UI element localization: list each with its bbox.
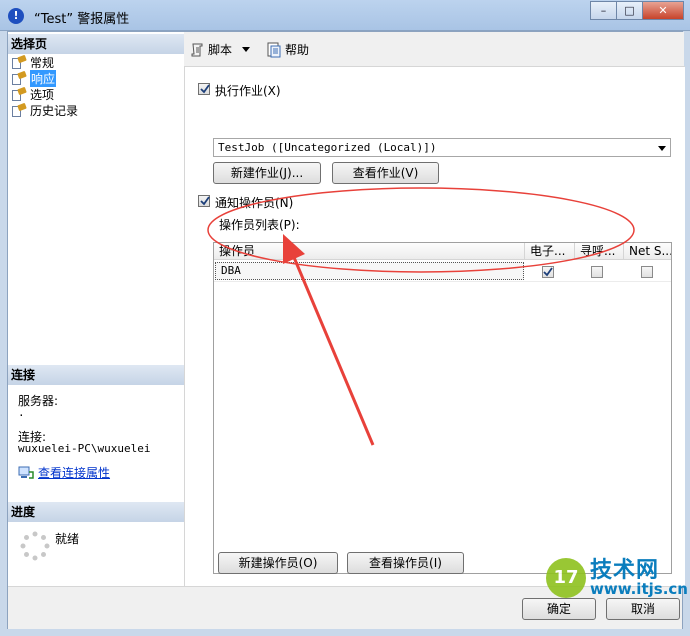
script-label: 脚本 [208,43,233,57]
new-operator-button-2[interactable]: 新建操作员(O) [218,552,338,574]
email-checkbox[interactable] [542,266,554,278]
script-button[interactable]: 脚本 [190,41,251,58]
script-icon [191,43,203,56]
maximize-button[interactable]: □ [616,1,643,20]
notify-operators-checkbox[interactable] [198,195,210,207]
watermark-brand: 技术网 [590,557,660,583]
window-controls: – □ ✕ [590,1,684,21]
page-item-label: 选项 [30,87,55,102]
page-settings-icon [12,70,27,85]
chevron-down-icon[interactable] [242,47,251,52]
table-row[interactable]: DBA [214,260,671,282]
column-header-net-send[interactable]: Net S... [624,243,671,259]
page-settings-icon [12,54,27,69]
operator-list-label: 操作员列表(P): [219,218,300,232]
page-settings-icon [12,102,27,117]
view-operator-button[interactable]: 查看操作员(I) [347,552,464,574]
job-select[interactable]: TestJob ([Uncategorized (Local)]) [213,138,671,157]
cancel-button[interactable]: 取消 [606,598,680,620]
column-header-pager[interactable]: 寻呼... [575,243,624,259]
page-item-history[interactable]: 历史记录 [12,102,78,118]
net-send-checkbox[interactable] [641,266,653,278]
left-pane: 选择页 常规 响应 选项 历史记录 连接 服务器: . 连接: wuxuelei… [8,32,185,586]
watermark: 17 技术网 www.itjs.cn [546,558,688,598]
view-connection-link[interactable]: 查看连接属性 [38,464,110,481]
operator-cell[interactable]: DBA [215,262,524,280]
watermark-logo: 17 [546,558,586,598]
chevron-down-icon[interactable] [658,146,666,151]
server-value: . [18,406,25,419]
window-title: “Test” 警报属性 [34,12,130,27]
minimize-button[interactable]: – [590,1,617,20]
ok-button[interactable]: 确定 [522,598,596,620]
page-item-label: 常规 [30,55,55,70]
progress-spinner-icon [20,531,50,561]
check-icon [200,196,210,206]
progress-header: 进度 [8,502,184,522]
toolbar: 脚本 帮助 [184,32,684,66]
page-item-label: 历史记录 [30,103,79,118]
page-item-response[interactable]: 响应 [12,69,57,87]
watermark-text: 技术网 www.itjs.cn [590,557,688,598]
dialog-client: 选择页 常规 响应 选项 历史记录 连接 服务器: . 连接: wuxuelei… [7,31,685,629]
connection-value: wuxuelei-PC\wuxuelei [18,442,151,455]
notify-operators-label: 通知操作员(N) [215,196,294,210]
page-item-general[interactable]: 常规 [12,54,54,70]
help-icon [267,42,281,57]
operator-grid: 操作员 电子... 寻呼... Net S... DBA [213,242,672,574]
alert-info-icon: ! [8,8,24,24]
select-page-header: 选择页 [8,34,184,54]
progress-status: 就绪 [55,532,80,546]
column-header-email[interactable]: 电子... [525,243,575,259]
check-icon [543,267,553,277]
page-settings-icon [12,86,27,101]
connection-properties-icon [18,466,34,479]
help-label: 帮助 [285,43,310,57]
watermark-url: www.itjs.cn [590,579,688,598]
page-item-label: 响应 [30,69,57,87]
check-icon [200,84,210,94]
execute-job-label: 执行作业(X) [215,84,281,98]
view-connection-properties[interactable]: 查看连接属性 [18,464,110,481]
job-select-value: TestJob ([Uncategorized (Local)]) [218,141,437,154]
new-job-button[interactable]: 新建作业(J)... [213,162,321,184]
close-button[interactable]: ✕ [642,1,684,20]
connection-header: 连接 [8,365,184,385]
column-header-operator[interactable]: 操作员 [214,243,525,259]
pager-checkbox[interactable] [591,266,603,278]
help-button[interactable]: 帮助 [266,41,309,58]
view-job-button[interactable]: 查看作业(V) [332,162,439,184]
title-bar: ! “Test” 警报属性 – □ ✕ [0,0,690,31]
page-item-options[interactable]: 选项 [12,86,54,102]
grid-header: 操作员 电子... 寻呼... Net S... [214,243,671,260]
execute-job-checkbox[interactable] [198,83,210,95]
response-panel: 执行作业(X) TestJob ([Uncategorized (Local)]… [184,66,685,587]
